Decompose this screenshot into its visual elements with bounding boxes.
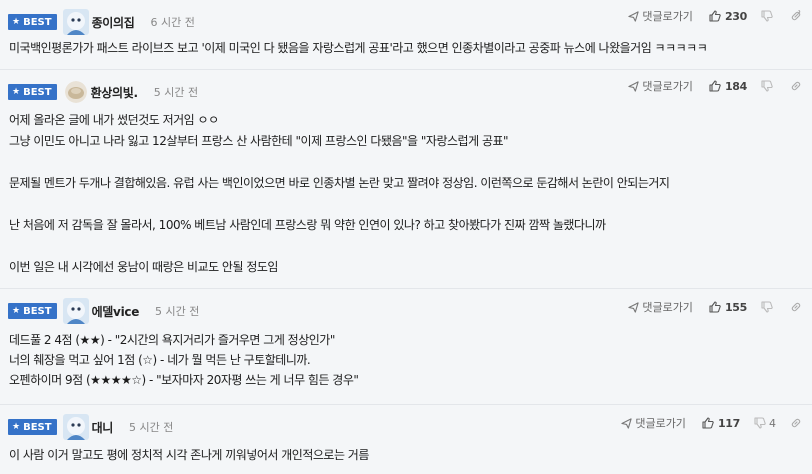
- comment-body: 이 사람 이거 말고도 평에 정치적 시각 존나게 끼워넣어서 개인적으로는 거…: [9, 447, 792, 463]
- thumbs-down-icon: [754, 417, 766, 429]
- reply-link[interactable]: 댓글로가기: [621, 415, 686, 431]
- best-badge: ★ BEST: [8, 84, 57, 100]
- comment-item: ★ BEST 에델vice 5 시간 전 댓글로가기 155 데드풀 2 4점 (…: [0, 289, 812, 405]
- link-icon: [791, 81, 801, 91]
- comment-actions: 댓글로가기 117 4: [621, 415, 802, 431]
- comment-item: ★ BEST 종이의집 6 시간 전 댓글로가기 230 미국백인평론가가 패스트…: [0, 0, 812, 70]
- link-icon: [791, 418, 801, 428]
- link-icon: [791, 10, 801, 21]
- comment-line: 너의 췌장을 먹고 싶어 1점 (☆) - 네가 뭘 먹든 난 구토할테니까.: [9, 353, 311, 367]
- comment-line: 난 처음에 저 감독을 잘 몰라서, 100% 베트남 사람인데 프랑스랑 뭐 …: [9, 218, 606, 232]
- comment-line: [9, 154, 792, 175]
- comment-body: 어제 올라온 글에 내가 썼던것도 저거임 ㅇㅇ 그냥 이민도 아니고 나라 잃…: [9, 112, 792, 280]
- nickname[interactable]: 에델vice: [92, 303, 140, 320]
- avatar[interactable]: [62, 9, 89, 35]
- like-count: 230: [724, 9, 747, 23]
- like-button[interactable]: 155: [709, 301, 747, 314]
- share-button[interactable]: [790, 80, 802, 92]
- comment-line: [9, 238, 792, 259]
- link-icon: [791, 302, 801, 312]
- thumbs-up-icon: [709, 10, 721, 22]
- send-icon: [628, 10, 639, 22]
- reply-link[interactable]: 댓글로가기: [628, 78, 693, 94]
- like-button[interactable]: 230: [709, 10, 747, 23]
- thumbs-down-icon: [761, 10, 773, 22]
- timestamp: 5 시간 전: [129, 421, 174, 434]
- reply-link[interactable]: 댓글로가기: [628, 8, 693, 24]
- dislike-button[interactable]: [761, 10, 776, 22]
- comment-line: [9, 196, 792, 217]
- send-icon: [628, 301, 639, 313]
- best-badge: ★ BEST: [8, 419, 57, 435]
- comment-line: 데드풀 2 4점 (★★) - "2시간의 욕지거리가 즐거우면 그게 정상인가…: [9, 333, 335, 347]
- avatar[interactable]: [62, 298, 89, 324]
- comment-body: 미국백인평론가가 패스트 라이브즈 보고 '이제 미국인 다 됐음을 자랑스럽게…: [9, 40, 792, 56]
- comment-actions: 댓글로가기 184: [628, 78, 802, 94]
- star-icon: ★: [12, 17, 21, 27]
- like-button[interactable]: 117: [702, 417, 740, 430]
- thumbs-up-icon: [709, 80, 721, 92]
- star-icon: ★: [12, 306, 21, 316]
- star-icon: ★: [12, 422, 21, 432]
- timestamp: 5 시간 전: [155, 305, 200, 318]
- dislike-button[interactable]: [761, 80, 776, 92]
- thumbs-down-icon: [761, 80, 773, 92]
- share-button[interactable]: [790, 417, 802, 429]
- comment-line: 그냥 이민도 아니고 나라 잃고 12살부터 프랑스 산 사람한테 "이제 프랑…: [9, 134, 509, 148]
- nickname[interactable]: 환상의빛.: [91, 84, 139, 101]
- comment-header: ★ BEST 환상의빛. 5 시간 전: [8, 79, 198, 105]
- send-icon: [628, 80, 639, 92]
- comment-item: ★ BEST 대니 5 시간 전 댓글로가기 117 4 이 사람 이거 말고도 …: [0, 405, 812, 474]
- comment-line: 이번 일은 내 시각에선 웅남이 때랑은 비교도 안될 정도임: [9, 260, 278, 274]
- best-badge: ★ BEST: [8, 303, 57, 319]
- comment-line: 오펜하이머 9점 (★★★★☆) - "보자마자 20자평 쓰는 게 너무 힘든…: [9, 373, 359, 387]
- like-count: 117: [717, 416, 740, 430]
- dislike-count: 4: [769, 416, 776, 430]
- dislike-button[interactable]: 4: [754, 417, 776, 430]
- nickname[interactable]: 종이의집: [92, 14, 135, 31]
- comment-line: 미국백인평론가가 패스트 라이브즈 보고 '이제 미국인 다 됐음을 자랑스럽게…: [9, 41, 708, 55]
- star-icon: ★: [12, 87, 21, 97]
- comment-body: 데드풀 2 4점 (★★) - "2시간의 욕지거리가 즐거우면 그게 정상인가…: [9, 332, 792, 392]
- comment-header: ★ BEST 대니 5 시간 전: [8, 414, 173, 440]
- like-count: 155: [724, 300, 747, 314]
- nickname[interactable]: 대니: [92, 419, 114, 436]
- timestamp: 6 시간 전: [150, 16, 195, 29]
- share-button[interactable]: [790, 301, 802, 313]
- dislike-button[interactable]: [761, 301, 776, 313]
- comment-line: 문제될 멘트가 두개나 결합해있음. 유럽 사는 백인이었으면 바로 인종차별 …: [9, 176, 670, 190]
- best-badge: ★ BEST: [8, 14, 57, 30]
- thumbs-down-icon: [761, 301, 773, 313]
- comment-header: ★ BEST 종이의집 6 시간 전: [8, 9, 195, 35]
- timestamp: 5 시간 전: [153, 86, 199, 99]
- comment-header: ★ BEST 에델vice 5 시간 전: [8, 298, 199, 324]
- like-button[interactable]: 184: [709, 80, 747, 93]
- like-count: 184: [724, 79, 747, 93]
- comment-line: 어제 올라온 글에 내가 썼던것도 저거임 ㅇㅇ: [9, 113, 219, 127]
- comment-item: ★ BEST 환상의빛. 5 시간 전 댓글로가기 184 어제 올라온 글에 내…: [0, 70, 812, 289]
- reply-link[interactable]: 댓글로가기: [628, 299, 693, 315]
- share-button[interactable]: [790, 10, 802, 22]
- comment-line: 이 사람 이거 말고도 평에 정치적 시각 존나게 끼워넣어서 개인적으로는 거…: [9, 448, 369, 462]
- avatar[interactable]: [64, 81, 87, 103]
- comment-actions: 댓글로가기 155: [628, 299, 802, 315]
- avatar[interactable]: [62, 414, 89, 440]
- thumbs-up-icon: [702, 417, 714, 429]
- thumbs-up-icon: [709, 301, 721, 313]
- comment-actions: 댓글로가기 230: [628, 8, 802, 24]
- send-icon: [621, 417, 632, 429]
